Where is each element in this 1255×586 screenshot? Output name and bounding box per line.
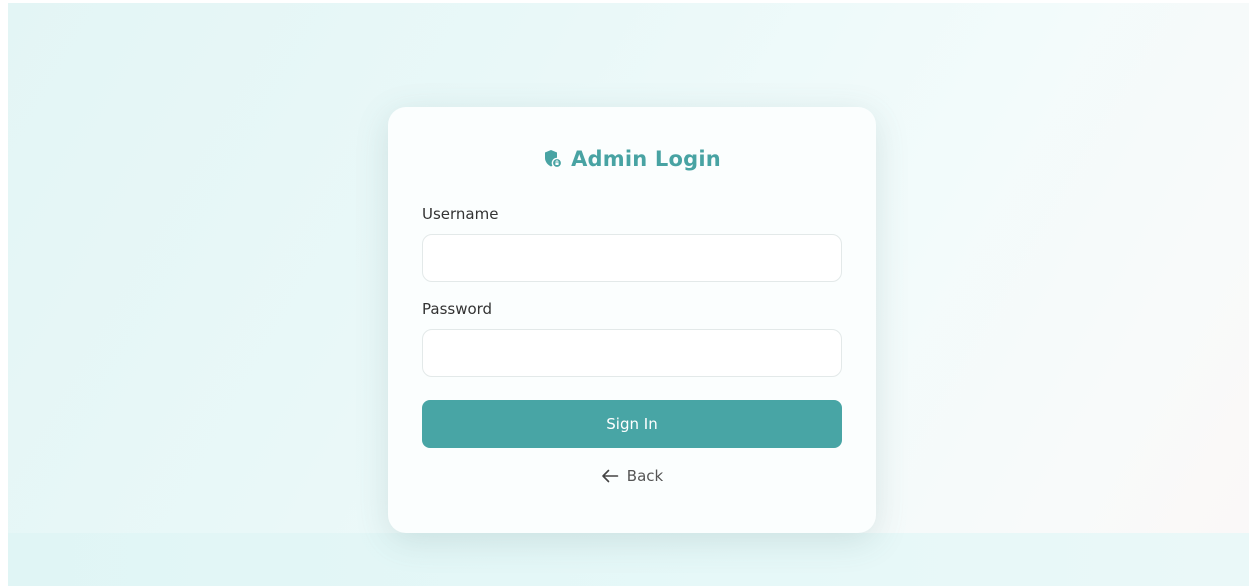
shield-lock-icon — [543, 149, 563, 169]
card-title-row: Admin Login — [388, 147, 876, 171]
password-input[interactable] — [422, 329, 842, 377]
bottom-band — [8, 533, 1249, 586]
username-label: Username — [422, 205, 499, 223]
arrow-left-icon — [601, 469, 619, 483]
login-card: Admin Login Username Password Sign In Ba… — [388, 107, 876, 533]
page-background: Admin Login Username Password Sign In Ba… — [8, 3, 1249, 586]
back-link[interactable]: Back — [388, 467, 876, 485]
password-label: Password — [422, 300, 493, 318]
username-input[interactable] — [422, 234, 842, 282]
sign-in-button[interactable]: Sign In — [422, 400, 842, 448]
page-title: Admin Login — [571, 147, 721, 171]
back-label: Back — [626, 467, 664, 485]
